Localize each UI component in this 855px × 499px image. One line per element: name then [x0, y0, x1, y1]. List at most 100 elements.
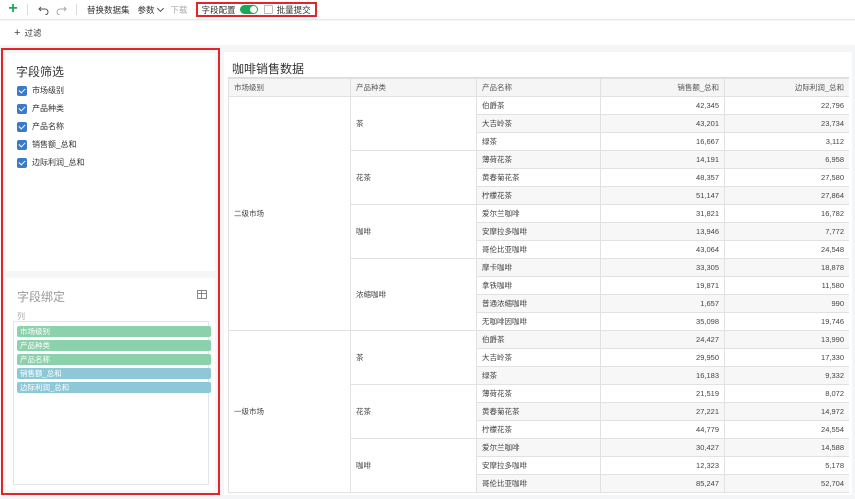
profit-sum-cell: 7,772 — [724, 222, 849, 241]
market-level-cell: 二级市场 — [228, 96, 351, 331]
profit-sum-cell: 24,548 — [724, 240, 849, 259]
column-header[interactable]: 销售额_总和 — [600, 78, 725, 97]
toolbar-divider — [27, 4, 28, 15]
field-config-toggle[interactable] — [239, 5, 258, 14]
bound-field-tag[interactable]: 产品种类 — [17, 340, 211, 351]
redo-icon[interactable] — [55, 4, 67, 16]
sales-sum-cell: 1,657 — [600, 294, 725, 313]
product-name-cell: 爱尔兰咖啡 — [476, 438, 601, 457]
profit-sum-cell: 14,972 — [724, 402, 849, 421]
report-title: 咖啡销售数据 — [232, 62, 305, 76]
sales-sum-cell: 35,098 — [600, 312, 725, 331]
product-name-cell: 柠檬花茶 — [476, 186, 601, 205]
product-name-cell: 拿铁咖啡 — [476, 276, 601, 295]
profit-sum-cell: 8,072 — [724, 384, 849, 403]
profit-sum-cell: 17,330 — [724, 348, 849, 367]
checkbox-checked-icon[interactable] — [17, 121, 27, 132]
profit-sum-cell: 52,704 — [724, 474, 849, 493]
field-config-label: 字段配置 — [201, 4, 236, 15]
table-settings-icon[interactable] — [197, 290, 207, 299]
field-filter-label: 边际利润_总和 — [32, 158, 85, 167]
profit-sum-cell: 19,746 — [724, 312, 849, 331]
column-header[interactable]: 产品种类 — [350, 78, 477, 97]
product-category-cell: 花茶 — [350, 150, 477, 205]
checkbox-checked-icon[interactable] — [17, 103, 27, 114]
plus-icon: + — [14, 27, 21, 39]
product-category-cell: 咖啡 — [350, 204, 477, 259]
profit-sum-cell: 6,958 — [724, 150, 849, 169]
add-icon[interactable]: + — [5, 0, 21, 18]
profit-sum-cell: 11,580 — [724, 276, 849, 295]
table-row: 一级市场茶伯爵茶 24,427 13,990 — [228, 330, 849, 493]
table-header-row: 市场级别 产品种类 产品名称 销售额_总和 边际利润_总和 — [228, 78, 849, 97]
profit-sum-cell: 990 — [724, 294, 849, 313]
profit-sum-cell: 16,782 — [724, 204, 849, 223]
field-bind-drop-zone[interactable]: 市场级别 产品种类 产品名称 销售额_总和 边际利润_总和 — [13, 321, 211, 485]
sales-sum-cell: 85,247 — [600, 474, 725, 493]
profit-sum-cell: 3,112 — [724, 132, 849, 151]
sales-sum-cell: 12,323 — [600, 456, 725, 475]
field-bind-title: 字段绑定 — [17, 290, 66, 304]
product-name-cell: 大吉岭茶 — [476, 114, 601, 133]
field-filter-label: 产品名称 — [32, 122, 64, 131]
field-filter-item[interactable]: 产品种类 — [17, 103, 64, 114]
product-name-cell: 摩卡咖啡 — [476, 258, 601, 277]
field-config-group: 字段配置 批量提交 — [195, 2, 317, 17]
replace-dataset-button[interactable]: 替换数据集 — [87, 4, 130, 16]
profit-sum-cell: 27,864 — [724, 186, 849, 205]
field-filter-section: 字段筛选 市场级别 产品种类 产品名称 销售额_总和 边际利润_总和 — [6, 53, 215, 271]
field-filter-item[interactable]: 市场级别 — [17, 85, 64, 96]
checkbox-checked-icon[interactable] — [17, 85, 27, 96]
params-dropdown[interactable]: 参数 — [137, 4, 164, 16]
sales-sum-cell: 19,871 — [600, 276, 725, 295]
chevron-down-icon — [156, 4, 164, 12]
product-category-cell: 花茶 — [350, 384, 477, 439]
bound-field-tag[interactable]: 产品名称 — [17, 354, 211, 365]
sales-sum-cell: 33,305 — [600, 258, 725, 277]
sales-sum-cell: 14,191 — [600, 150, 725, 169]
params-label: 参数 — [137, 4, 155, 15]
product-name-cell: 薄荷花茶 — [476, 150, 601, 169]
batch-submit-checkbox[interactable] — [263, 5, 273, 14]
column-header[interactable]: 市场级别 — [228, 78, 351, 97]
product-name-cell: 伯爵茶 — [476, 330, 601, 349]
filter-bar: + 过滤 — [0, 21, 855, 45]
product-name-cell: 伯爵茶 — [476, 96, 601, 115]
sales-sum-cell: 30,427 — [600, 438, 725, 457]
field-filter-item[interactable]: 销售额_总和 — [17, 139, 76, 150]
download-button[interactable]: 下载 — [171, 4, 188, 16]
report-panel: 咖啡销售数据 市场级别 产品种类 产品名称 销售额_总和 边际利润_总和 二级市… — [224, 52, 852, 495]
batch-submit-label: 批量提交 — [276, 4, 311, 15]
sales-sum-cell: 48,357 — [600, 168, 725, 187]
bound-field-tag[interactable]: 边际利润_总和 — [17, 382, 211, 393]
bound-field-tag[interactable]: 销售额_总和 — [17, 368, 211, 379]
profit-sum-cell: 23,734 — [724, 114, 849, 133]
column-header[interactable]: 产品名称 — [476, 78, 601, 97]
field-filter-label: 销售额_总和 — [32, 140, 77, 149]
field-bind-section: 字段绑定 列 市场级别 产品种类 产品名称 销售额_总和 边际利润_总和 — [6, 278, 215, 490]
field-filter-item[interactable]: 边际利润_总和 — [17, 157, 84, 168]
sales-sum-cell: 24,427 — [600, 330, 725, 349]
sales-sum-cell: 31,821 — [600, 204, 725, 223]
product-name-cell: 普通浓缩咖啡 — [476, 294, 601, 313]
checkbox-checked-icon[interactable] — [17, 157, 27, 168]
product-name-cell: 安摩拉多咖啡 — [476, 222, 601, 241]
field-filter-item[interactable]: 产品名称 — [17, 121, 64, 132]
product-category-cell: 咖啡 — [350, 438, 477, 493]
add-filter-button[interactable]: + 过滤 — [14, 27, 41, 39]
product-name-cell: 无咖啡因咖啡 — [476, 312, 601, 331]
profit-sum-cell: 22,796 — [724, 96, 849, 115]
sales-sum-cell: 16,667 — [600, 132, 725, 151]
column-header[interactable]: 边际利润_总和 — [724, 78, 849, 97]
product-category-cell: 浓缩咖啡 — [350, 258, 477, 331]
profit-sum-cell: 14,588 — [724, 438, 849, 457]
sales-sum-cell: 16,183 — [600, 366, 725, 385]
bound-field-tag[interactable]: 市场级别 — [17, 326, 211, 337]
product-name-cell: 黄春菊花茶 — [476, 168, 601, 187]
profit-sum-cell: 9,332 — [724, 366, 849, 385]
product-name-cell: 哥伦比亚咖啡 — [476, 474, 601, 493]
undo-icon[interactable] — [37, 4, 49, 16]
sales-sum-cell: 43,201 — [600, 114, 725, 133]
sales-sum-cell: 51,147 — [600, 186, 725, 205]
checkbox-checked-icon[interactable] — [17, 139, 27, 150]
